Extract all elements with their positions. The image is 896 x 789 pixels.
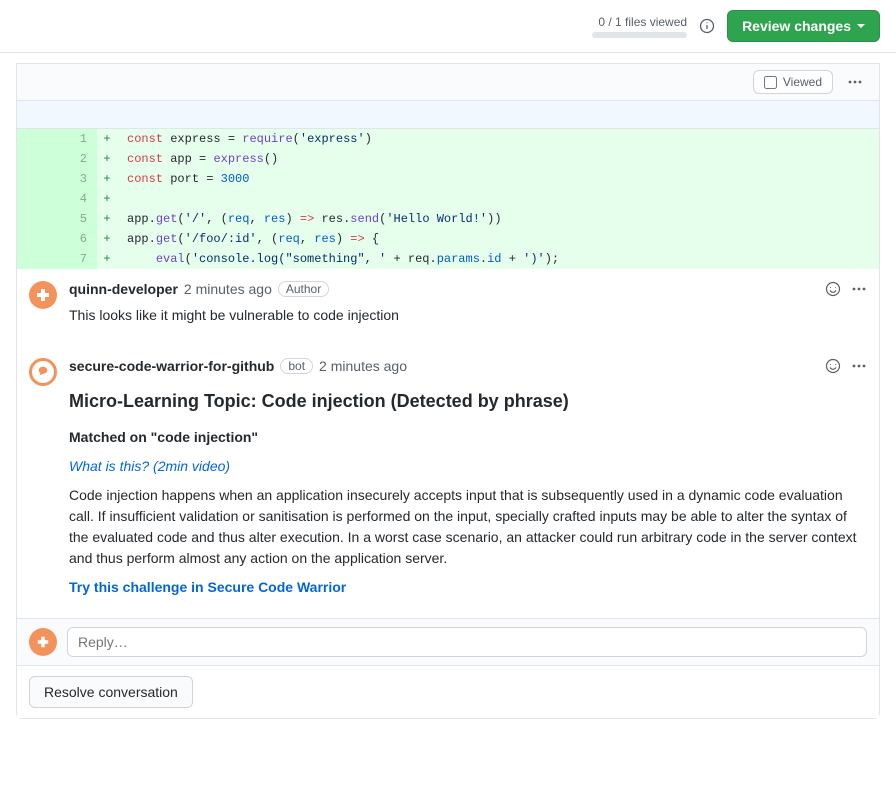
avatar[interactable] (29, 281, 57, 309)
avatar[interactable] (29, 628, 57, 656)
code-cell: eval('console.log("something", ' + req.p… (117, 249, 879, 269)
emoji-icon[interactable] (825, 281, 841, 300)
comment-actions (825, 281, 867, 300)
file-kebab-icon[interactable] (843, 70, 867, 94)
code-cell: app.get('/', (req, res) => res.send('Hel… (117, 209, 879, 229)
line-num-new: 1 (57, 129, 97, 149)
diff-marker: + (97, 129, 117, 149)
line-num-new: 7 (57, 249, 97, 269)
matched-subheading: Matched on "code injection" (69, 427, 863, 448)
code-line: 1+const express = require('express') (17, 129, 879, 149)
emoji-icon[interactable] (825, 358, 841, 377)
code-line: 3+const port = 3000 (17, 169, 879, 189)
code-cell: const express = require('express') (117, 129, 879, 149)
viewed-toggle[interactable]: Viewed (753, 70, 833, 94)
caret-down-icon (857, 24, 865, 28)
comment-time[interactable]: 2 minutes ago (184, 281, 272, 297)
comments-wrap: quinn-developer 2 minutes ago Author Thi… (16, 269, 880, 719)
line-num-new: 2 (57, 149, 97, 169)
topic-heading: Micro-Learning Topic: Code injection (De… (69, 388, 863, 415)
code-line: 4+ (17, 189, 879, 209)
comment-author[interactable]: secure-code-warrior-for-github (69, 358, 274, 374)
line-num-new: 6 (57, 229, 97, 249)
comment: quinn-developer 2 minutes ago Author Thi… (17, 269, 879, 346)
top-bar: 0 / 1 files viewed Review changes (0, 0, 896, 53)
code-line: 7+ eval('console.log("something", ' + re… (17, 249, 879, 269)
line-num-old (17, 229, 57, 249)
comment: secure-code-warrior-for-github bot 2 min… (17, 346, 879, 618)
comment-body: Micro-Learning Topic: Code injection (De… (69, 388, 863, 598)
comment-actions (825, 358, 867, 377)
comment-header: quinn-developer 2 minutes ago Author (69, 281, 863, 297)
code-line: 5+app.get('/', (req, res) => res.send('H… (17, 209, 879, 229)
diff-marker: + (97, 209, 117, 229)
code-table: 1+const express = require('express')2+co… (17, 129, 879, 269)
line-num-new: 5 (57, 209, 97, 229)
viewed-checkbox[interactable] (764, 76, 777, 89)
line-num-old (17, 129, 57, 149)
comment-text: This looks like it might be vulnerable t… (69, 305, 863, 326)
code-line: 6+app.get('/foo/:id', (req, res) => { (17, 229, 879, 249)
avatar[interactable] (29, 358, 57, 386)
line-num-new: 4 (57, 189, 97, 209)
comment-time[interactable]: 2 minutes ago (319, 358, 407, 374)
resolve-button[interactable]: Resolve conversation (29, 676, 193, 708)
code-cell: app.get('/foo/:id', (req, res) => { (117, 229, 879, 249)
reply-input[interactable] (67, 627, 867, 657)
line-num-old (17, 209, 57, 229)
line-num-old (17, 249, 57, 269)
files-viewed-wrap: 0 / 1 files viewed (592, 15, 687, 38)
progress-bar (592, 32, 687, 38)
line-num-old (17, 169, 57, 189)
comment-header: secure-code-warrior-for-github bot 2 min… (69, 358, 863, 374)
review-changes-label: Review changes (742, 18, 851, 34)
video-link[interactable]: What is this? (2min video) (69, 458, 230, 474)
file-header: Viewed (16, 63, 880, 101)
code-cell: const app = express() (117, 149, 879, 169)
diff-marker: + (97, 229, 117, 249)
challenge-link[interactable]: Try this challenge in Secure Code Warrio… (69, 579, 346, 595)
diff-marker: + (97, 169, 117, 189)
code-line: 2+const app = express() (17, 149, 879, 169)
viewed-label: Viewed (783, 75, 822, 89)
reply-area (17, 618, 879, 665)
review-changes-button[interactable]: Review changes (727, 10, 880, 42)
files-viewed-text: 0 / 1 files viewed (598, 15, 687, 29)
comment-body: This looks like it might be vulnerable t… (69, 305, 863, 326)
kebab-icon[interactable] (851, 358, 867, 377)
resolve-area: Resolve conversation (17, 665, 879, 718)
diff-marker: + (97, 249, 117, 269)
code-cell: const port = 3000 (117, 169, 879, 189)
diff-marker: + (97, 189, 117, 209)
line-num-new: 3 (57, 169, 97, 189)
line-num-old (17, 189, 57, 209)
line-num-old (17, 149, 57, 169)
diff-container: 1+const express = require('express')2+co… (16, 101, 880, 269)
comment-author[interactable]: quinn-developer (69, 281, 178, 297)
kebab-icon[interactable] (851, 281, 867, 300)
diff-marker: + (97, 149, 117, 169)
bot-badge: bot (280, 358, 313, 374)
description-text: Code injection happens when an applicati… (69, 485, 863, 569)
author-badge: Author (278, 281, 329, 297)
diff-hunk-header (17, 101, 879, 129)
code-cell (117, 189, 879, 209)
info-icon[interactable] (699, 18, 715, 34)
